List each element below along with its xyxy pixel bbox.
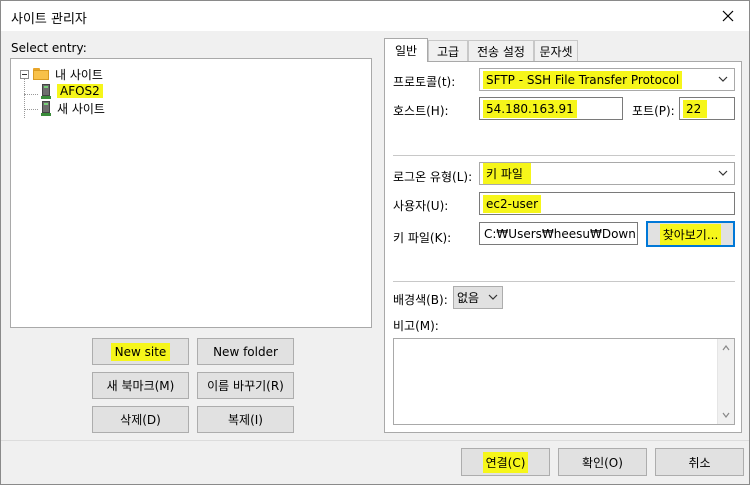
tree-line (24, 77, 25, 118)
tab-charset[interactable]: 문자셋 (534, 40, 578, 61)
chevron-down-icon (718, 76, 728, 82)
new-folder-button[interactable]: New folder (197, 338, 294, 365)
tree-item-afos2[interactable]: AFOS2 (41, 82, 103, 100)
scroll-up-icon[interactable] (722, 344, 730, 352)
duplicate-button[interactable]: 복제(I) (197, 406, 294, 433)
comment-textarea[interactable] (393, 338, 735, 425)
tab-advanced[interactable]: 고급 (428, 40, 468, 61)
comment-scrollbar[interactable] (717, 339, 734, 424)
new-bookmark-button[interactable]: 새 북마크(M) (92, 372, 189, 399)
comment-label: 비고(M): (393, 319, 439, 333)
footer-separator (1, 440, 749, 441)
user-input[interactable]: ec2-user (479, 192, 735, 215)
host-label: 호스트(H): (393, 104, 449, 118)
tab-transfer-settings[interactable]: 전송 설정 (468, 40, 534, 61)
keyfile-label: 키 파일(K): (393, 231, 452, 245)
separator (393, 155, 735, 156)
button-label: New site (110, 342, 171, 361)
site-manager-dialog: 사이트 관리자 Select entry: 내 사이트 AFOS2 새 사이트 (0, 0, 750, 485)
host-value: 54.180.163.91 (483, 99, 577, 118)
user-value: ec2-user (483, 194, 542, 213)
rename-button[interactable]: 이름 바꾸기(R) (197, 372, 294, 399)
protocol-label: 프로토콜(t): (393, 75, 456, 89)
chevron-down-icon (718, 170, 728, 176)
site-icon (41, 83, 51, 99)
tree-item-label: AFOS2 (57, 84, 103, 98)
logon-type-label: 로그온 유형(L): (393, 170, 473, 184)
keyfile-input[interactable]: C:₩Users₩heesu₩Downloac (479, 222, 638, 245)
bgcolor-label: 배경색(B): (393, 293, 448, 307)
new-site-button[interactable]: New site (92, 338, 189, 365)
tree-item-new-site[interactable]: 새 사이트 (41, 99, 105, 117)
protocol-value: SFTP - SSH File Transfer Protocol (483, 70, 683, 89)
ok-button[interactable]: 확인(O) (558, 448, 647, 476)
tree-item-label: 새 사이트 (57, 101, 105, 116)
connect-button[interactable]: 연결(C) (461, 448, 550, 476)
port-label: 포트(P): (632, 104, 675, 118)
host-input[interactable]: 54.180.163.91 (479, 97, 623, 120)
button-label: 연결(C) (482, 451, 529, 473)
user-label: 사용자(U): (393, 199, 449, 213)
tree-line (24, 109, 38, 110)
port-value: 22 (683, 99, 708, 118)
close-button[interactable] (713, 4, 743, 28)
tree-line (24, 94, 38, 95)
site-icon (41, 100, 51, 116)
button-label: 찾아보기... (659, 223, 722, 245)
protocol-select[interactable]: SFTP - SSH File Transfer Protocol (479, 68, 735, 91)
title-bar: 사이트 관리자 (1, 1, 749, 31)
window-title: 사이트 관리자 (11, 12, 87, 27)
tree-item-label: 내 사이트 (55, 67, 103, 82)
separator (393, 281, 735, 282)
collapse-icon[interactable] (20, 69, 29, 79)
chevron-down-icon (488, 294, 498, 300)
logon-type-value: 키 파일 (483, 163, 531, 184)
close-icon (722, 10, 734, 22)
folder-icon (33, 68, 49, 80)
cancel-button[interactable]: 취소 (655, 448, 744, 476)
port-input[interactable]: 22 (679, 97, 735, 120)
tree-item-my-sites[interactable]: 내 사이트 (20, 65, 103, 83)
delete-button[interactable]: 삭제(D) (92, 406, 189, 433)
scroll-down-icon[interactable] (722, 411, 730, 419)
logon-type-select[interactable]: 키 파일 (479, 162, 735, 185)
site-tree[interactable]: 내 사이트 AFOS2 새 사이트 (10, 58, 372, 328)
bgcolor-select[interactable]: 없음 (453, 286, 503, 309)
select-entry-label: Select entry: (11, 41, 87, 55)
tab-general[interactable]: 일반 (384, 38, 428, 62)
bgcolor-value: 없음 (457, 291, 480, 305)
browse-button[interactable]: 찾아보기... (646, 221, 735, 247)
